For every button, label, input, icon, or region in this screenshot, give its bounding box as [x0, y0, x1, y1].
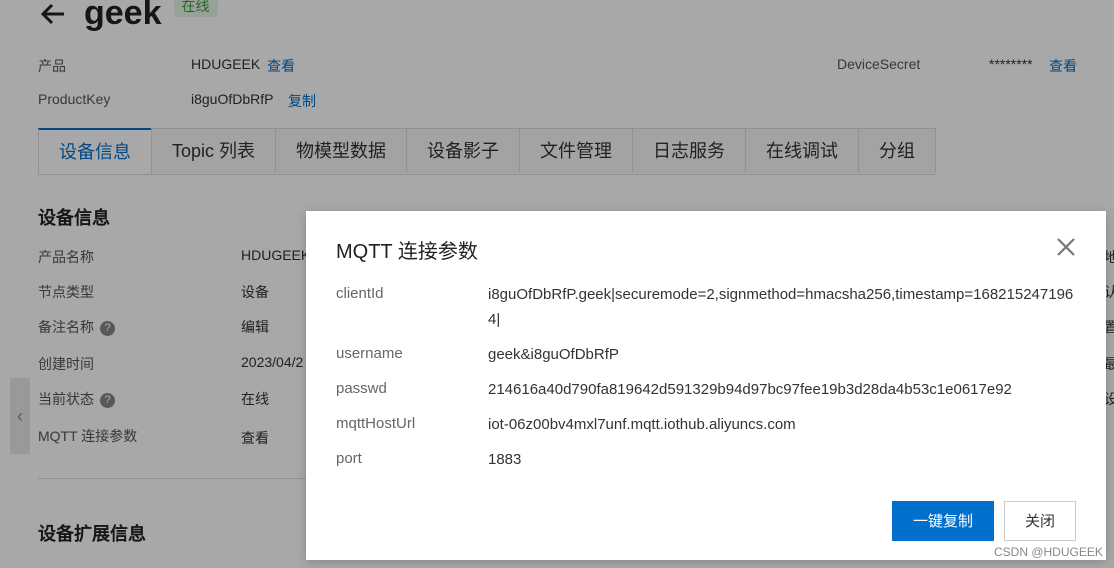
close-button[interactable]: 关闭	[1004, 501, 1076, 541]
username-label: username	[336, 345, 403, 362]
dialog-title: MQTT 连接参数	[336, 241, 478, 263]
copy-all-button[interactable]: 一键复制	[892, 501, 994, 541]
watermark: CSDN @HDUGEEK	[994, 545, 1103, 559]
clientid-label: clientId	[336, 285, 384, 302]
username-value: geek&i8guOfDbRfP	[488, 346, 619, 363]
close-icon[interactable]	[1054, 235, 1078, 259]
passwd-label: passwd	[336, 380, 387, 397]
passwd-value: 214616a40d790fa819642d591329b94d97bc97fe…	[488, 381, 1012, 398]
port-label: port	[336, 450, 362, 467]
mqtt-params-dialog: MQTT 连接参数 clientId i8guOfDbRfP.geek|secu…	[306, 211, 1106, 560]
mqtthosturl-value: iot-06z00bv4mxl7unf.mqtt.iothub.aliyuncs…	[488, 416, 796, 433]
clientid-value: i8guOfDbRfP.geek|securemode=2,signmethod…	[488, 286, 1074, 328]
mqtthosturl-label: mqttHostUrl	[336, 415, 416, 432]
port-value: 1883	[488, 451, 522, 468]
